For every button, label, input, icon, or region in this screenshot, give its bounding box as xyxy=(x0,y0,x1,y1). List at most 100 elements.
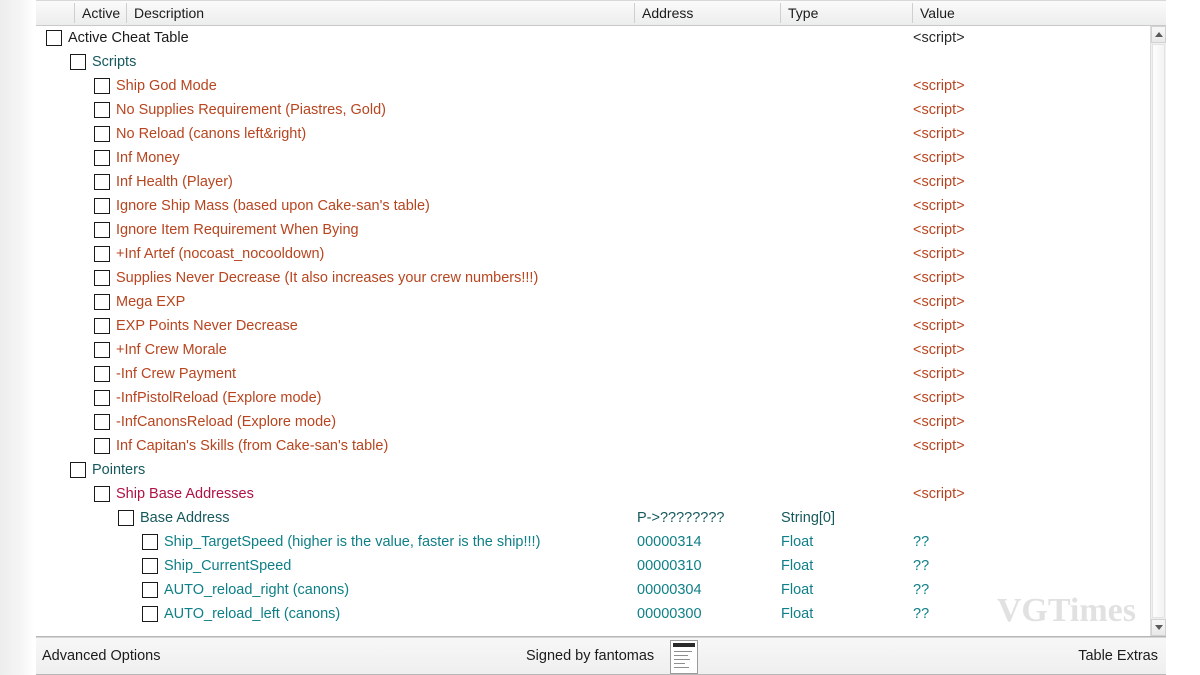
activate-checkbox[interactable] xyxy=(94,318,110,334)
activate-checkbox[interactable] xyxy=(94,486,110,502)
entry-description[interactable]: +Inf Artef (nocoast_nocooldown) xyxy=(116,242,324,266)
cheat-entry-row[interactable]: Inf Capitan's Skills (from Cake-san's ta… xyxy=(36,434,1151,458)
activate-checkbox[interactable] xyxy=(94,342,110,358)
entry-description[interactable]: Ship God Mode xyxy=(116,74,217,98)
activate-checkbox[interactable] xyxy=(94,78,110,94)
activate-checkbox[interactable] xyxy=(94,150,110,166)
entry-value[interactable]: <script> xyxy=(913,362,965,386)
activate-checkbox[interactable] xyxy=(94,366,110,382)
cheat-entry-row[interactable]: No Supplies Requirement (Piastres, Gold)… xyxy=(36,98,1151,122)
entry-description[interactable]: Ship_TargetSpeed (higher is the value, f… xyxy=(164,530,540,554)
activate-checkbox[interactable] xyxy=(94,174,110,190)
entry-value[interactable]: <script> xyxy=(913,218,965,242)
activate-checkbox[interactable] xyxy=(94,222,110,238)
entry-description[interactable]: Scripts xyxy=(92,50,136,74)
entry-description[interactable]: Ship Base Addresses xyxy=(116,482,254,506)
entry-description[interactable]: Mega EXP xyxy=(116,290,185,314)
entry-value[interactable]: ?? xyxy=(913,530,929,554)
column-divider[interactable] xyxy=(126,3,127,23)
entry-description[interactable]: AUTO_reload_left (canons) xyxy=(164,602,340,626)
entry-description[interactable]: AUTO_reload_right (canons) xyxy=(164,578,349,602)
entry-description[interactable]: Inf Capitan's Skills (from Cake-san's ta… xyxy=(116,434,388,458)
activate-checkbox[interactable] xyxy=(94,414,110,430)
entry-description[interactable]: Base Address xyxy=(140,506,229,530)
entry-address[interactable]: 00000314 xyxy=(637,530,702,554)
entry-description[interactable]: Inf Money xyxy=(116,146,180,170)
entry-type[interactable]: Float xyxy=(781,554,813,578)
advanced-options-button[interactable]: Advanced Options xyxy=(42,638,161,674)
activate-checkbox[interactable] xyxy=(94,102,110,118)
entry-value[interactable]: <script> xyxy=(913,290,965,314)
entry-description[interactable]: Active Cheat Table xyxy=(68,26,189,50)
entry-value[interactable]: <script> xyxy=(913,194,965,218)
activate-checkbox[interactable] xyxy=(70,462,86,478)
entry-value[interactable]: ?? xyxy=(913,578,929,602)
activate-checkbox[interactable] xyxy=(118,510,134,526)
cheat-entry-row[interactable]: +Inf Artef (nocoast_nocooldown) <script> xyxy=(36,242,1151,266)
activate-checkbox[interactable] xyxy=(142,582,158,598)
entry-value[interactable]: <script> xyxy=(913,242,965,266)
column-divider[interactable] xyxy=(912,3,913,23)
entry-description[interactable]: Ignore Item Requirement When Bying xyxy=(116,218,359,242)
cheat-entry-row[interactable]: Ignore Ship Mass (based upon Cake-san's … xyxy=(36,194,1151,218)
cheat-entry-row[interactable]: Mega EXP <script> xyxy=(36,290,1151,314)
cheat-entry-row[interactable]: Ship_CurrentSpeed 00000310 Float?? xyxy=(36,554,1151,578)
entry-description[interactable]: -Inf Crew Payment xyxy=(116,362,236,386)
entry-value[interactable]: <script> xyxy=(913,146,965,170)
entry-value[interactable]: <script> xyxy=(913,122,965,146)
activate-checkbox[interactable] xyxy=(94,438,110,454)
entry-address[interactable]: 00000304 xyxy=(637,578,702,602)
entry-type[interactable]: String[0] xyxy=(781,506,835,530)
table-extras-button[interactable]: Table Extras xyxy=(1078,638,1158,674)
entry-description[interactable]: Supplies Never Decrease (It also increas… xyxy=(116,266,538,290)
cheat-entry-row[interactable]: AUTO_reload_left (canons) 00000300 Float?? xyxy=(36,602,1151,626)
activate-checkbox[interactable] xyxy=(94,294,110,310)
column-divider[interactable] xyxy=(74,3,75,23)
cheat-entry-row[interactable]: Scripts xyxy=(36,50,1151,74)
cheat-entry-row[interactable]: -Inf Crew Payment <script> xyxy=(36,362,1151,386)
entry-type[interactable]: Float xyxy=(781,602,813,626)
column-header-description[interactable]: Description xyxy=(128,1,632,25)
entry-description[interactable]: No Supplies Requirement (Piastres, Gold) xyxy=(116,98,386,122)
cheat-entry-row[interactable]: +Inf Crew Morale <script> xyxy=(36,338,1151,362)
cheat-entry-row[interactable]: -InfCanonsReload (Explore mode) <script> xyxy=(36,410,1151,434)
entry-value[interactable]: ?? xyxy=(913,554,929,578)
column-divider[interactable] xyxy=(780,3,781,23)
column-header-address[interactable]: Address xyxy=(636,1,780,25)
entry-address[interactable]: 00000300 xyxy=(637,602,702,626)
activate-checkbox[interactable] xyxy=(94,390,110,406)
entry-description[interactable]: Pointers xyxy=(92,458,145,482)
activate-checkbox[interactable] xyxy=(70,54,86,70)
cheat-entry-row[interactable]: Ship God Mode <script> xyxy=(36,74,1151,98)
cheat-entry-row[interactable]: Inf Money <script> xyxy=(36,146,1151,170)
cheat-entry-row[interactable]: Inf Health (Player) <script> xyxy=(36,170,1151,194)
entry-value[interactable]: <script> xyxy=(913,170,965,194)
entry-type[interactable]: Float xyxy=(781,578,813,602)
scroll-down-arrow-icon[interactable] xyxy=(1151,619,1166,636)
scroll-up-arrow-icon[interactable] xyxy=(1151,26,1166,43)
cheat-entry-row[interactable]: No Reload (canons left&right) <script> xyxy=(36,122,1151,146)
entry-type[interactable]: Float xyxy=(781,530,813,554)
table-header[interactable]: Active Description Address Type Value xyxy=(36,0,1166,26)
cheat-entry-row[interactable]: Active Cheat Table <script> xyxy=(36,26,1151,50)
activate-checkbox[interactable] xyxy=(46,30,62,46)
column-header-type[interactable]: Type xyxy=(782,1,912,25)
cheat-entry-row[interactable]: AUTO_reload_right (canons) 00000304 Float?… xyxy=(36,578,1151,602)
column-divider[interactable] xyxy=(634,3,635,23)
certificate-thumbnail-icon[interactable] xyxy=(670,640,698,674)
entry-description[interactable]: -InfCanonsReload (Explore mode) xyxy=(116,410,336,434)
activate-checkbox[interactable] xyxy=(142,534,158,550)
scrollbar-thumb[interactable] xyxy=(1152,44,1165,618)
entry-value[interactable]: ?? xyxy=(913,602,929,626)
activate-checkbox[interactable] xyxy=(94,198,110,214)
activate-checkbox[interactable] xyxy=(94,270,110,286)
entry-description[interactable]: EXP Points Never Decrease xyxy=(116,314,298,338)
vertical-scrollbar[interactable] xyxy=(1150,26,1166,636)
activate-checkbox[interactable] xyxy=(94,126,110,142)
entry-address[interactable]: 00000310 xyxy=(637,554,702,578)
entry-value[interactable]: <script> xyxy=(913,314,965,338)
entry-value[interactable]: <script> xyxy=(913,266,965,290)
activate-checkbox[interactable] xyxy=(94,246,110,262)
cheat-entry-row[interactable]: Ship Base Addresses <script> xyxy=(36,482,1151,506)
entry-description[interactable]: No Reload (canons left&right) xyxy=(116,122,306,146)
